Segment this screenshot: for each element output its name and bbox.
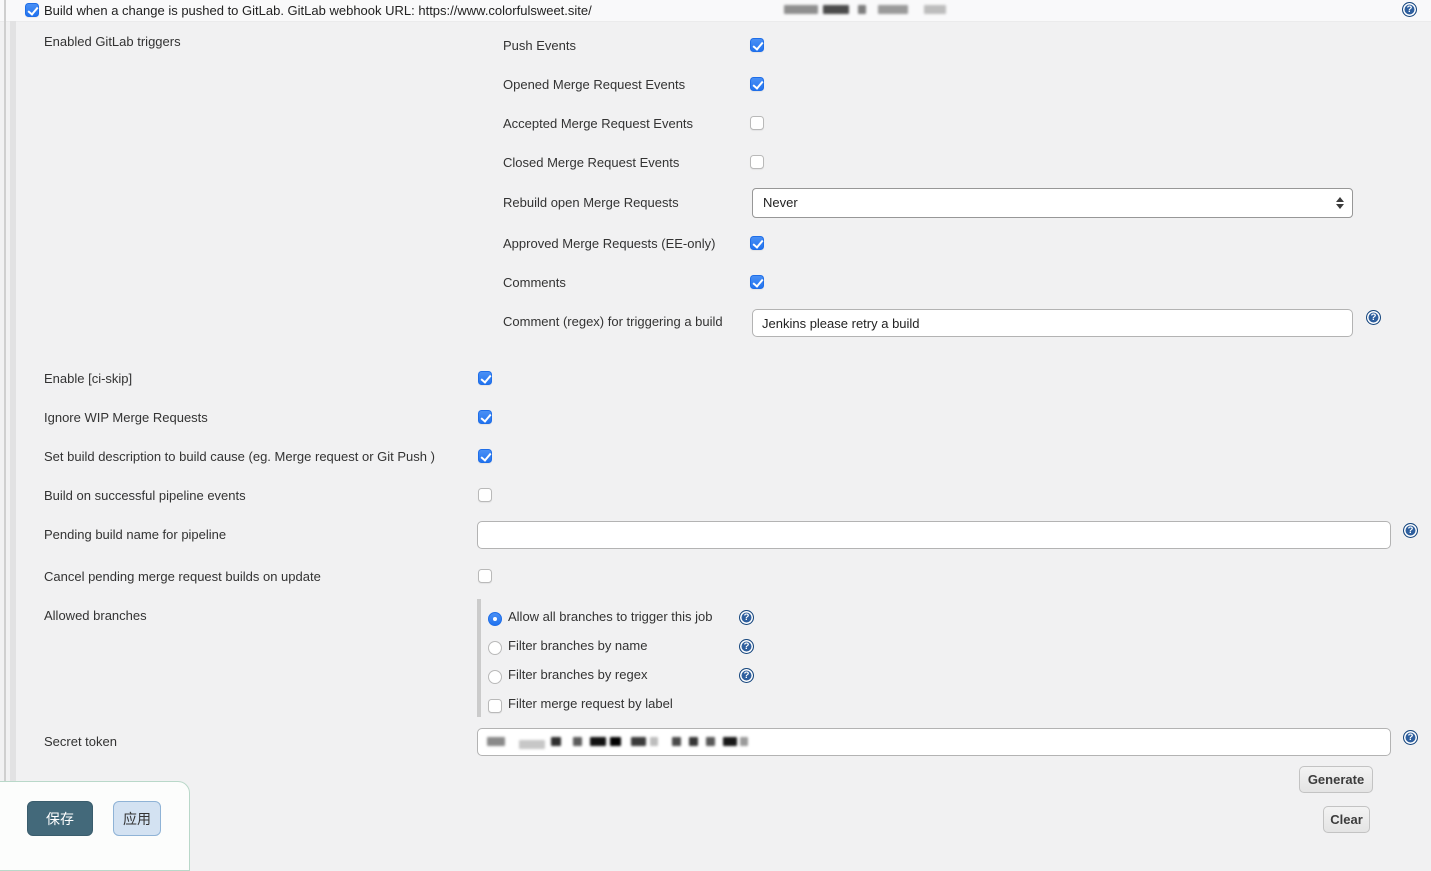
comments-checkbox[interactable] <box>750 275 764 289</box>
push-events-label: Push Events <box>503 38 576 53</box>
enable-ci-skip-label: Enable [ci-skip] <box>44 371 132 386</box>
approved-mr-label: Approved Merge Requests (EE-only) <box>503 236 715 251</box>
rebuild-open-mr-label: Rebuild open Merge Requests <box>503 195 679 210</box>
cancel-pending-checkbox[interactable] <box>478 569 492 583</box>
help-icon[interactable]: ? <box>1366 310 1381 325</box>
closed-mr-events-checkbox[interactable] <box>750 155 764 169</box>
ignore-wip-checkbox[interactable] <box>478 410 492 424</box>
filter-branches-by-name-radio[interactable] <box>488 641 502 655</box>
filter-branches-by-regex-label: Filter branches by regex <box>508 667 647 682</box>
generate-button[interactable]: Generate <box>1299 766 1373 793</box>
pending-build-name-input[interactable] <box>477 521 1391 549</box>
filter-branches-by-regex-radio[interactable] <box>488 670 502 684</box>
secret-token-label: Secret token <box>44 734 117 749</box>
redacted-secret-token <box>487 734 748 749</box>
comment-regex-label: Comment (regex) for triggering a build <box>503 314 723 329</box>
help-icon[interactable]: ? <box>739 610 754 625</box>
accepted-mr-events-label: Accepted Merge Request Events <box>503 116 693 131</box>
build-on-pipeline-label: Build on successful pipeline events <box>44 488 246 503</box>
set-build-description-label: Set build description to build cause (eg… <box>44 449 435 464</box>
help-icon[interactable]: ? <box>739 639 754 654</box>
rebuild-open-mr-select[interactable]: Never <box>752 188 1353 218</box>
build-trigger-header-row: Build when a change is pushed to GitLab.… <box>0 0 1431 22</box>
allow-all-branches-radio[interactable] <box>488 612 502 626</box>
help-icon[interactable]: ? <box>1403 523 1418 538</box>
cancel-pending-label: Cancel pending merge request builds on u… <box>44 569 321 584</box>
radio-group-divider <box>477 599 481 717</box>
push-events-checkbox[interactable] <box>750 38 764 52</box>
filter-mr-by-label-label: Filter merge request by label <box>508 696 673 711</box>
select-stepper-icon <box>1336 197 1344 209</box>
approved-mr-checkbox[interactable] <box>750 236 764 250</box>
pending-build-name-label: Pending build name for pipeline <box>44 527 226 542</box>
rebuild-open-mr-selected-value: Never <box>763 195 798 210</box>
enable-ci-skip-checkbox[interactable] <box>478 371 492 385</box>
comment-regex-input[interactable] <box>752 309 1353 337</box>
set-build-description-checkbox[interactable] <box>478 449 492 463</box>
closed-mr-events-label: Closed Merge Request Events <box>503 155 679 170</box>
opened-mr-events-label: Opened Merge Request Events <box>503 77 685 92</box>
help-icon[interactable]: ? <box>1402 2 1417 17</box>
save-button[interactable]: 保存 <box>27 801 93 836</box>
opened-mr-events-checkbox[interactable] <box>750 77 764 91</box>
build-on-pipeline-checkbox[interactable] <box>478 488 492 502</box>
accepted-mr-events-checkbox[interactable] <box>750 116 764 130</box>
help-icon[interactable]: ? <box>1403 730 1418 745</box>
apply-button[interactable]: 应用 <box>113 801 161 836</box>
allow-all-branches-label: Allow all branches to trigger this job <box>508 609 713 624</box>
redacted-webhook-url <box>784 5 946 14</box>
build-trigger-checkbox[interactable] <box>25 3 39 17</box>
help-icon[interactable]: ? <box>739 668 754 683</box>
filter-mr-by-label-checkbox[interactable] <box>488 699 502 713</box>
section-indent-bar <box>10 21 16 782</box>
clear-button[interactable]: Clear <box>1323 806 1370 833</box>
filter-branches-by-name-label: Filter branches by name <box>508 638 647 653</box>
ignore-wip-label: Ignore WIP Merge Requests <box>44 410 208 425</box>
section-indent-line <box>4 0 6 782</box>
build-trigger-label: Build when a change is pushed to GitLab.… <box>44 3 592 18</box>
comments-label: Comments <box>503 275 566 290</box>
allowed-branches-label: Allowed branches <box>44 608 147 623</box>
triggers-section-label: Enabled GitLab triggers <box>44 34 181 49</box>
